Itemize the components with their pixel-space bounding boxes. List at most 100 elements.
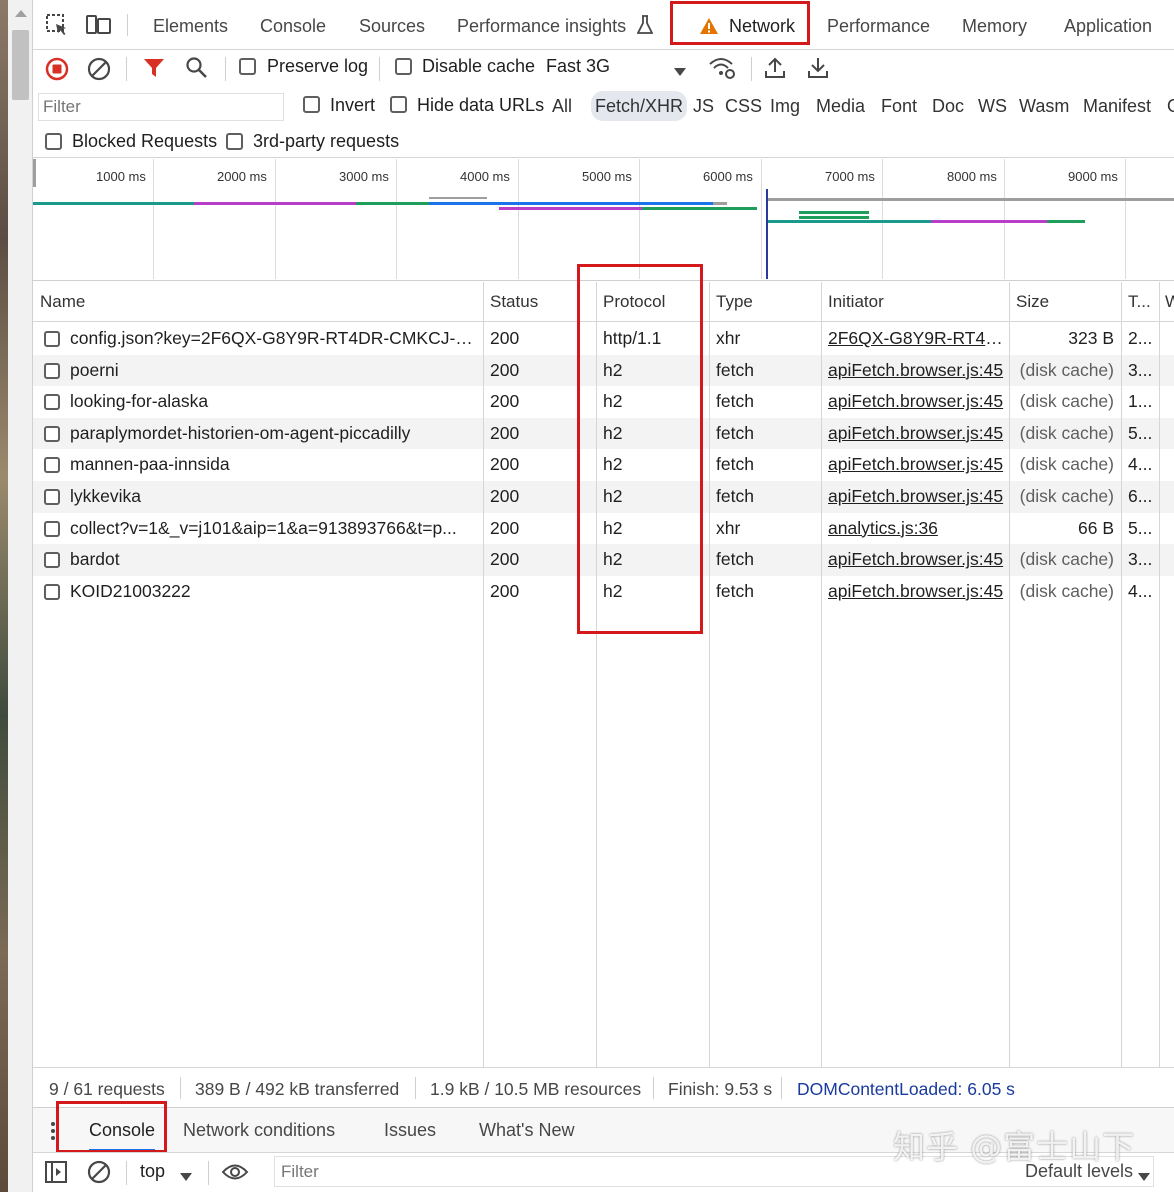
- cell-name[interactable]: poerni: [63, 355, 483, 387]
- sidebar-toggle-icon[interactable]: [45, 1161, 67, 1188]
- timeline-overview[interactable]: 1000 ms 2000 ms 3000 ms 4000 ms 5000 ms …: [33, 159, 1174, 281]
- column-header-initiator[interactable]: Initiator: [821, 282, 1009, 322]
- table-row[interactable]: looking-for-alaska 200 h2 fetch apiFetch.bro…: [33, 386, 1174, 418]
- tab-elements[interactable]: Elements: [153, 0, 228, 50]
- cell-name[interactable]: looking-for-alaska: [63, 386, 483, 418]
- clear-console-icon[interactable]: [87, 1160, 111, 1189]
- chevron-down-icon[interactable]: [180, 1167, 192, 1188]
- filter-input[interactable]: [38, 93, 284, 121]
- device-toolbar-icon[interactable]: [86, 13, 111, 37]
- drawer-tab-network-conditions[interactable]: Network conditions: [183, 1108, 335, 1153]
- type-filter-other[interactable]: O: [1163, 91, 1174, 121]
- row-checkbox[interactable]: [44, 394, 60, 411]
- type-filter-wasm[interactable]: Wasm: [1015, 91, 1073, 121]
- type-filter-ws[interactable]: WS: [974, 91, 1011, 121]
- table-row[interactable]: paraplymordet-historien-om-agent-piccadi…: [33, 417, 1174, 450]
- drawer-tab-whats-new[interactable]: What's New: [479, 1108, 574, 1153]
- page-scrollbar[interactable]: [8, 0, 33, 1192]
- type-filter-media[interactable]: Media: [812, 91, 869, 121]
- cell-initiator[interactable]: apiFetch.browser.js:45: [821, 544, 1009, 576]
- cell-initiator[interactable]: apiFetch.browser.js:45: [821, 386, 1009, 418]
- drawer-tab-issues[interactable]: Issues: [384, 1108, 436, 1153]
- column-divider[interactable]: [1121, 282, 1122, 1067]
- blocked-requests-checkbox[interactable]: [45, 133, 62, 155]
- column-divider[interactable]: [483, 282, 484, 1067]
- column-divider[interactable]: [709, 282, 710, 1067]
- clear-icon[interactable]: [87, 57, 111, 86]
- row-checkbox[interactable]: [44, 425, 60, 442]
- column-header-protocol[interactable]: Protocol: [596, 282, 710, 322]
- stop-recording-icon[interactable]: [45, 57, 69, 86]
- chevron-down-icon[interactable]: [674, 62, 686, 83]
- overview-handle[interactable]: [33, 159, 36, 187]
- column-header-status[interactable]: Status: [483, 282, 596, 322]
- export-har-icon[interactable]: [807, 56, 829, 85]
- cell-name[interactable]: lykkevika: [63, 481, 483, 513]
- throttling-select[interactable]: Fast 3G: [546, 56, 610, 77]
- table-row[interactable]: collect?v=1&_v=j101&aip=1&a=913893766&t=…: [33, 513, 1174, 545]
- table-row[interactable]: bardot 200 h2 fetch apiFetch.browser.js:45 (d…: [33, 544, 1174, 576]
- hide-data-urls-checkbox[interactable]: [390, 96, 407, 118]
- cell-initiator[interactable]: apiFetch.browser.js:45: [821, 418, 1009, 450]
- tab-memory[interactable]: Memory: [962, 0, 1027, 50]
- cell-name[interactable]: mannen-paa-innsida: [63, 449, 483, 481]
- table-row[interactable]: config.json?key=2F6QX-G8Y9R-RT4DR-CMKCJ-…: [33, 323, 1174, 355]
- type-filter-fetch-xhr[interactable]: Fetch/XHR: [591, 91, 688, 121]
- row-checkbox[interactable]: [44, 457, 60, 474]
- preserve-log-checkbox[interactable]: [239, 58, 256, 80]
- row-checkbox[interactable]: [44, 489, 60, 505]
- disable-cache-checkbox[interactable]: [395, 58, 412, 80]
- type-filter-css[interactable]: CSS: [721, 91, 766, 121]
- chevron-down-icon[interactable]: [1138, 1167, 1150, 1188]
- column-header-name[interactable]: Name: [33, 282, 483, 322]
- cell-initiator[interactable]: apiFetch.browser.js:45: [821, 481, 1009, 513]
- row-checkbox[interactable]: [44, 583, 60, 600]
- table-row[interactable]: mannen-paa-innsida 200 h2 fetch apiFetch.bro…: [33, 449, 1174, 481]
- network-conditions-icon[interactable]: [708, 55, 736, 86]
- cell-name[interactable]: bardot: [63, 544, 483, 576]
- row-checkbox[interactable]: [44, 552, 60, 569]
- column-divider[interactable]: [1159, 282, 1160, 1067]
- type-filter-js[interactable]: JS: [689, 91, 718, 121]
- type-filter-all[interactable]: All: [548, 91, 576, 121]
- column-header-size[interactable]: Size: [1009, 282, 1122, 322]
- tab-performance[interactable]: Performance: [827, 0, 930, 50]
- table-row[interactable]: poerni 200 h2 fetch apiFetch.browser.js:45 (d…: [33, 354, 1174, 387]
- cell-initiator[interactable]: analytics.js:36: [821, 513, 1009, 545]
- column-divider[interactable]: [821, 282, 822, 1067]
- inspect-element-icon[interactable]: [45, 13, 69, 37]
- drawer-menu-icon[interactable]: [51, 1122, 55, 1145]
- type-filter-manifest[interactable]: Manifest: [1079, 91, 1155, 121]
- invert-checkbox[interactable]: [303, 96, 320, 118]
- filter-funnel-icon[interactable]: [143, 57, 165, 84]
- column-divider[interactable]: [596, 282, 597, 1067]
- cell-name[interactable]: config.json?key=2F6QX-G8Y9R-RT4DR-CMKCJ-…: [63, 323, 483, 355]
- import-har-icon[interactable]: [764, 56, 786, 85]
- tab-sources[interactable]: Sources: [359, 0, 425, 50]
- cell-initiator[interactable]: apiFetch.browser.js:45: [821, 576, 1009, 608]
- tab-performance-insights[interactable]: Performance insights: [457, 0, 654, 50]
- tab-application[interactable]: Application: [1064, 0, 1152, 50]
- scroll-up-arrow-icon[interactable]: [15, 10, 27, 17]
- cell-name[interactable]: paraplymordet-historien-om-agent-piccadi…: [63, 418, 483, 450]
- table-row[interactable]: KOID21003222 200 h2 fetch apiFetch.browser.j…: [33, 576, 1174, 608]
- cell-initiator[interactable]: apiFetch.browser.js:45: [821, 355, 1009, 387]
- type-filter-doc[interactable]: Doc: [928, 91, 968, 121]
- cell-initiator[interactable]: 2F6QX-G8Y9R-RT4D...: [821, 323, 1009, 355]
- eye-icon[interactable]: [221, 1161, 249, 1188]
- type-filter-img[interactable]: Img: [766, 91, 804, 121]
- cell-initiator[interactable]: apiFetch.browser.js:45: [821, 449, 1009, 481]
- column-header-type[interactable]: Type: [709, 282, 821, 322]
- cell-name[interactable]: KOID21003222: [63, 576, 483, 608]
- cell-name[interactable]: collect?v=1&_v=j101&aip=1&a=913893766&t=…: [63, 513, 483, 545]
- table-row[interactable]: lykkevika 200 h2 fetch apiFetch.browser.js:4…: [33, 481, 1174, 513]
- tab-console[interactable]: Console: [260, 0, 326, 50]
- column-header-waterfall[interactable]: W: [1158, 282, 1174, 322]
- scrollbar-thumb[interactable]: [12, 30, 29, 100]
- search-icon[interactable]: [185, 56, 209, 85]
- row-checkbox[interactable]: [44, 362, 60, 379]
- tab-network[interactable]: Network: [700, 0, 795, 50]
- context-select[interactable]: top: [140, 1161, 165, 1182]
- row-checkbox[interactable]: [44, 331, 60, 347]
- drawer-tab-console[interactable]: Console: [89, 1108, 156, 1151]
